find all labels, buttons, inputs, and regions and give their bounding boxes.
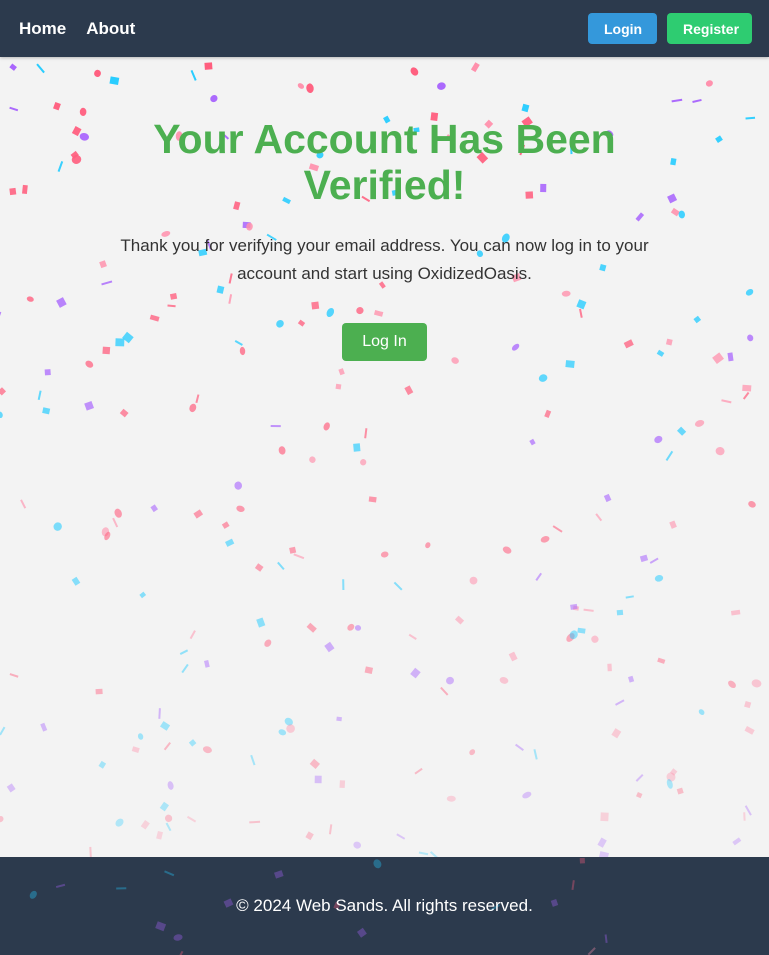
- confetti-piece: [176, 950, 184, 955]
- copyright-text: © 2024 Web Sands. All rights reserved.: [236, 896, 533, 915]
- page: Home About Login Register Your Account H…: [0, 0, 769, 955]
- confetti-piece: [29, 890, 37, 899]
- confetti-piece: [164, 870, 175, 877]
- nav-actions: Login Register: [588, 13, 752, 44]
- nav-links: Home About: [19, 19, 135, 39]
- verification-message: Thank you for verifying your email addre…: [120, 236, 649, 283]
- confetti-piece: [373, 859, 382, 869]
- confetti-piece: [604, 934, 608, 943]
- login-button[interactable]: Login: [588, 13, 657, 44]
- register-button[interactable]: Register: [667, 13, 752, 44]
- confetti-piece: [155, 921, 167, 932]
- footer: © 2024 Web Sands. All rights reserved.: [0, 857, 769, 955]
- confetti-piece: [356, 927, 367, 938]
- nav-home-link[interactable]: Home: [19, 19, 66, 39]
- confetti-piece: [587, 947, 596, 955]
- navbar: Home About Login Register: [0, 0, 769, 57]
- confetti-piece: [173, 934, 183, 941]
- confetti-piece: [571, 880, 575, 891]
- confetti-piece: [116, 887, 127, 890]
- confetti-piece: [274, 870, 284, 879]
- confetti-piece: [55, 883, 66, 889]
- nav-about-link[interactable]: About: [86, 19, 135, 39]
- main-content: Your Account Has Been Verified! Thank yo…: [0, 57, 769, 857]
- page-title: Your Account Has Been Verified!: [153, 116, 616, 208]
- confetti-piece: [550, 899, 559, 907]
- confetti-piece: [223, 898, 234, 908]
- confetti-piece: [579, 857, 585, 864]
- log-in-button[interactable]: Log In: [342, 323, 427, 361]
